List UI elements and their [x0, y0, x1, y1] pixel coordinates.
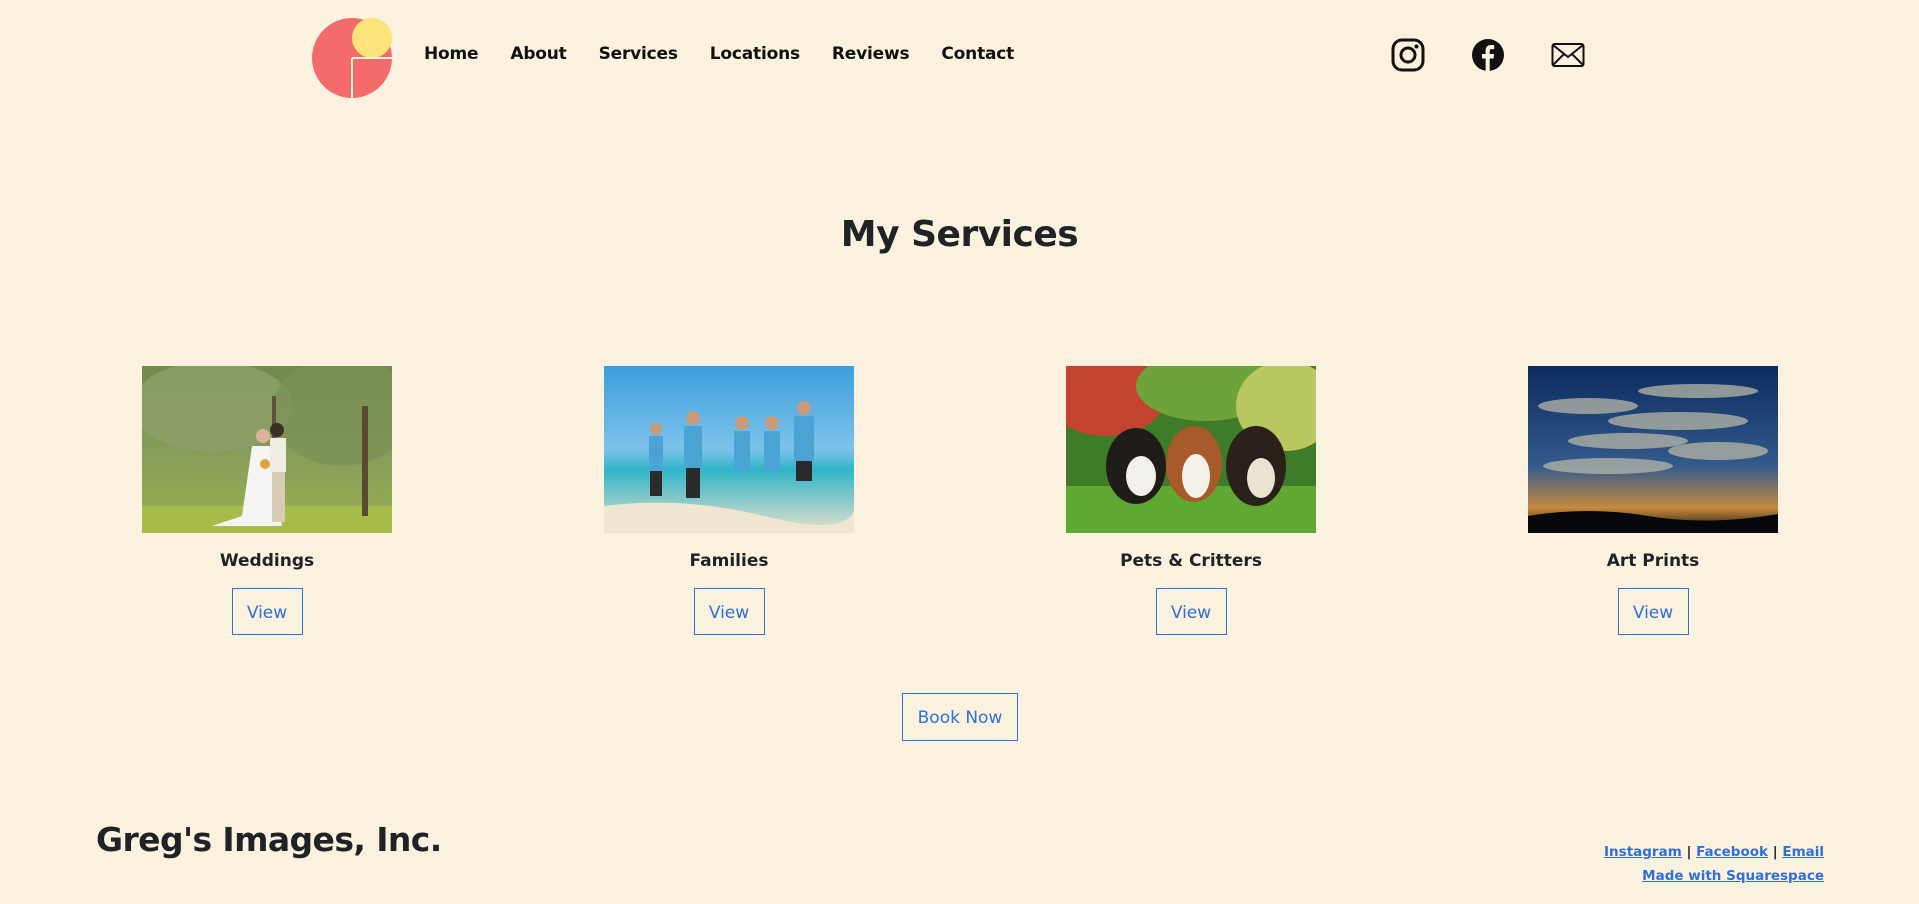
view-weddings-button[interactable]: View [231, 588, 303, 635]
site-logo[interactable] [311, 17, 393, 99]
nav-item-about[interactable]: About [510, 44, 566, 64]
sky-clouds-photo[interactable] [1528, 366, 1778, 533]
view-pets-button[interactable]: View [1155, 588, 1227, 635]
wedding-photo[interactable] [142, 366, 392, 533]
nav-item-home[interactable]: Home [424, 44, 479, 64]
family-beach-photo[interactable] [604, 366, 854, 533]
service-card-art-prints: Art Prints View [1528, 366, 1778, 635]
footer-separator: | [1772, 844, 1778, 860]
facebook-icon[interactable] [1471, 38, 1505, 72]
nav-item-locations[interactable]: Locations [710, 44, 800, 64]
footer-link-email[interactable]: Email [1782, 844, 1824, 860]
made-with-squarespace-link[interactable]: Made with Squarespace [1642, 868, 1824, 884]
footer-links: Instagram | Facebook | Email Made with S… [1604, 840, 1824, 888]
service-label: Weddings [219, 551, 315, 571]
service-card-pets: Pets & Critters View [1066, 366, 1316, 635]
footer-link-facebook[interactable]: Facebook [1696, 844, 1768, 860]
nav-item-contact[interactable]: Contact [941, 44, 1014, 64]
main-nav: Home About Services Locations Reviews Co… [424, 44, 1046, 64]
site-header: Home About Services Locations Reviews Co… [0, 0, 1919, 115]
instagram-icon[interactable] [1391, 38, 1425, 72]
service-label: Families [689, 551, 769, 571]
service-label: Pets & Critters [1120, 551, 1262, 571]
footer-separator: | [1686, 844, 1692, 860]
nav-item-services[interactable]: Services [599, 44, 678, 64]
nav-item-reviews[interactable]: Reviews [832, 44, 910, 64]
view-art-prints-button[interactable]: View [1617, 588, 1689, 635]
footer-link-instagram[interactable]: Instagram [1604, 844, 1682, 860]
dogs-photo[interactable] [1066, 366, 1316, 533]
email-icon[interactable] [1551, 41, 1585, 69]
view-families-button[interactable]: View [693, 588, 765, 635]
page-title: My Services [840, 214, 1079, 255]
footer-brand: Greg's Images, Inc. [96, 820, 442, 859]
service-label: Art Prints [1606, 551, 1700, 571]
book-now-button[interactable]: Book Now [902, 693, 1018, 741]
service-card-weddings: Weddings View [142, 366, 392, 635]
service-card-families: Families View [604, 366, 854, 635]
